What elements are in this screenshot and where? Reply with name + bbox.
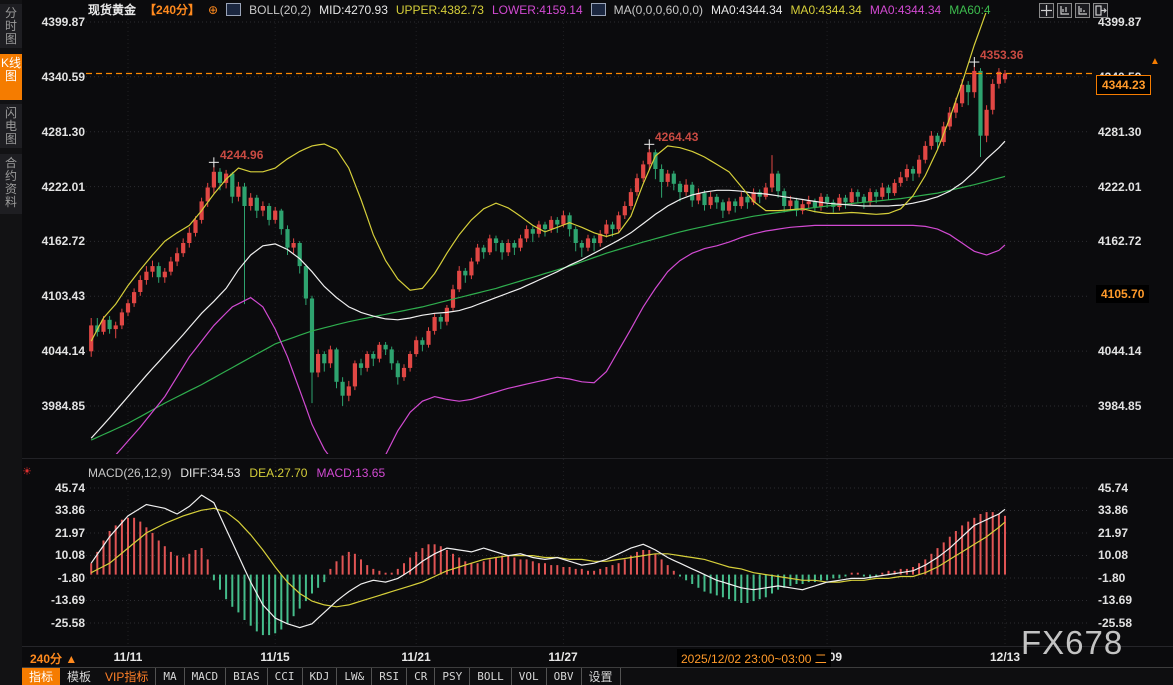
swing-high-label: 4264.43 (655, 130, 698, 144)
axis-zoom-out-icon[interactable] (1075, 3, 1090, 18)
kline-chart-canvas[interactable] (0, 0, 1173, 685)
toolbar-item-指标[interactable]: 指标 (22, 668, 60, 685)
ma0-yellow-value: MA0:4344.34 (790, 3, 861, 17)
axis-tick-label: 10.08 (55, 548, 85, 562)
time-axis: 240分 ▲ 11/1111/1511/2111/2712/0912/13 20… (0, 648, 1173, 667)
high-cross-marker (969, 57, 979, 67)
axis-tick-label: 4044.14 (42, 344, 85, 358)
sidebar-tab-1[interactable]: 分时图 (0, 4, 22, 48)
date-tick-label: 11/15 (260, 650, 289, 664)
axis-tick-label: -13.69 (1098, 593, 1132, 607)
macd-dea-value: DEA:27.70 (249, 466, 307, 480)
axis-tick-label: 45.74 (1098, 481, 1128, 495)
toolbar-item-VIP指标[interactable]: VIP指标 (98, 668, 155, 685)
indicator-toolbar: 指标模板VIP指标MAMACDBIASCCIKDJLW&RSICRPSYBOLL… (22, 667, 1173, 685)
marked-price-box: 4105.70 (1096, 285, 1149, 303)
axis-tick-label: 4162.72 (42, 234, 85, 248)
period-arrow-icon: ▲ (65, 652, 77, 666)
axis-tick-label: -25.58 (51, 616, 85, 630)
last-price-box: 4344.23 (1096, 75, 1151, 95)
toolbar-item-模板[interactable]: 模板 (60, 668, 98, 685)
circle-plus-icon[interactable]: ⊕ (208, 3, 218, 17)
boll-chart-icon[interactable] (226, 3, 241, 16)
toolbar-item-VOL[interactable]: VOL (511, 668, 546, 685)
axis-tick-label: 4340.59 (42, 70, 85, 84)
toolbar-item-MA[interactable]: MA (155, 668, 183, 685)
axis-tick-label: 21.97 (1098, 526, 1128, 540)
period-selector[interactable]: 240分 ▲ (30, 650, 77, 667)
boll-upper-value: UPPER:4382.73 (396, 3, 484, 17)
date-tick-label: 12/13 (990, 650, 1020, 664)
axis-tick-label: 4281.30 (42, 125, 85, 139)
toolbar-item-PSY[interactable]: PSY (434, 668, 469, 685)
indicator-marker-icon[interactable]: ☀ (22, 465, 32, 478)
axis-tick-label: -1.80 (1098, 571, 1125, 585)
ma-label: MA(0,0,0,60,0,0) (614, 3, 703, 17)
high-cross-marker (209, 157, 219, 167)
axis-tick-label: 4399.87 (42, 15, 85, 29)
boll-mid-value: MID:4270.93 (319, 3, 388, 17)
date-tick-label: 11/21 (401, 650, 430, 664)
toolbar-item-LW&[interactable]: LW& (336, 668, 371, 685)
toolbar-item-BOLL[interactable]: BOLL (469, 668, 511, 685)
toolbar-item-OBV[interactable]: OBV (546, 668, 581, 685)
macd-diff-value: DIFF:34.53 (180, 466, 240, 480)
axis-tick-label: -25.58 (1098, 616, 1132, 630)
axis-tick-label: 4222.01 (1098, 180, 1141, 194)
axis-tick-label: 33.86 (1098, 503, 1128, 517)
toolbar-item-RSI[interactable]: RSI (371, 668, 406, 685)
chart-tools (1039, 3, 1108, 18)
axis-tick-label: 21.97 (55, 526, 85, 540)
toolbar-item-KDJ[interactable]: KDJ (302, 668, 337, 685)
price-up-arrow-icon: ▲ (1150, 58, 1160, 66)
exit-view-icon[interactable] (1093, 3, 1108, 18)
toolbar-item-CR[interactable]: CR (406, 668, 434, 685)
boll-label: BOLL(20,2) (249, 3, 311, 17)
sidebar-tab-4[interactable]: 合约资料 (0, 154, 22, 214)
boll-lower-value: LOWER:4159.14 (492, 3, 583, 17)
axis-tick-label: 3984.85 (42, 399, 85, 413)
axis-zoom-in-icon[interactable] (1057, 3, 1072, 18)
axis-tick-label: 4044.14 (1098, 344, 1141, 358)
axis-tick-label: 33.86 (55, 503, 85, 517)
indicator-legend: 现货黄金 【240分】 ⊕ BOLL(20,2) MID:4270.93 UPP… (88, 2, 991, 17)
toolbar-item-设置[interactable]: 设置 (581, 668, 621, 685)
axis-tick-label: 3984.85 (1098, 399, 1141, 413)
left-price-axis: 4399.87 4340.59 4281.30 4222.01 4162.72 4103.… (24, 0, 85, 685)
high-cross-marker (644, 139, 654, 149)
axis-tick-label: 4222.01 (42, 180, 85, 194)
sidebar-tab-3[interactable]: 闪电图 (0, 104, 22, 148)
sidebar-tab-2[interactable]: K线图 (0, 54, 22, 100)
right-price-axis: 4399.874340.594281.304222.014162.724103.… (1098, 0, 1173, 685)
axis-tick-label: 4103.43 (42, 289, 85, 303)
axis-tick-label: 4281.30 (1098, 125, 1141, 139)
axis-tick-label: 45.74 (55, 481, 85, 495)
toolbar-item-BIAS[interactable]: BIAS (225, 668, 267, 685)
period-label[interactable]: 【240分】 (144, 1, 200, 18)
macd-macd-value: MACD:13.65 (316, 466, 385, 480)
trading-app-window: 分时图 K线图闪电图合约资料 现货黄金 【240分】 ⊕ BOLL(20,2) M… (0, 0, 1173, 685)
ma0-magenta-value: MA0:4344.34 (870, 3, 941, 17)
axis-tick-label: 10.08 (1098, 548, 1128, 562)
toolbar-item-MACD[interactable]: MACD (184, 668, 226, 685)
date-tick-label: 11/27 (548, 650, 577, 664)
axis-tick-label: 4162.72 (1098, 234, 1141, 248)
symbol-name: 现货黄金 (88, 1, 136, 18)
ma60-green-value: MA60:4 (949, 3, 990, 17)
ma0-white-value: MA0:4344.34 (711, 3, 782, 17)
macd-legend: MACD(26,12,9) DIFF:34.53 DEA:27.70 MACD:… (88, 466, 385, 480)
ma-chart-icon[interactable] (591, 3, 606, 16)
swing-high-label: 4244.96 (220, 148, 263, 162)
toolbar-item-CCI[interactable]: CCI (267, 668, 302, 685)
candle-time-tooltip: 2025/12/02 23:00~03:00 二 (677, 649, 831, 668)
axis-tick-label: -13.69 (51, 593, 85, 607)
macd-title: MACD(26,12,9) (88, 466, 171, 480)
crosshair-move-icon[interactable] (1039, 3, 1054, 18)
axis-tick-label: -1.80 (58, 571, 85, 585)
date-tick-label: 11/11 (114, 650, 143, 664)
chart-type-sidebar: 分时图 K线图闪电图合约资料 (0, 0, 22, 685)
swing-high-label: 4353.36 (980, 48, 1023, 62)
